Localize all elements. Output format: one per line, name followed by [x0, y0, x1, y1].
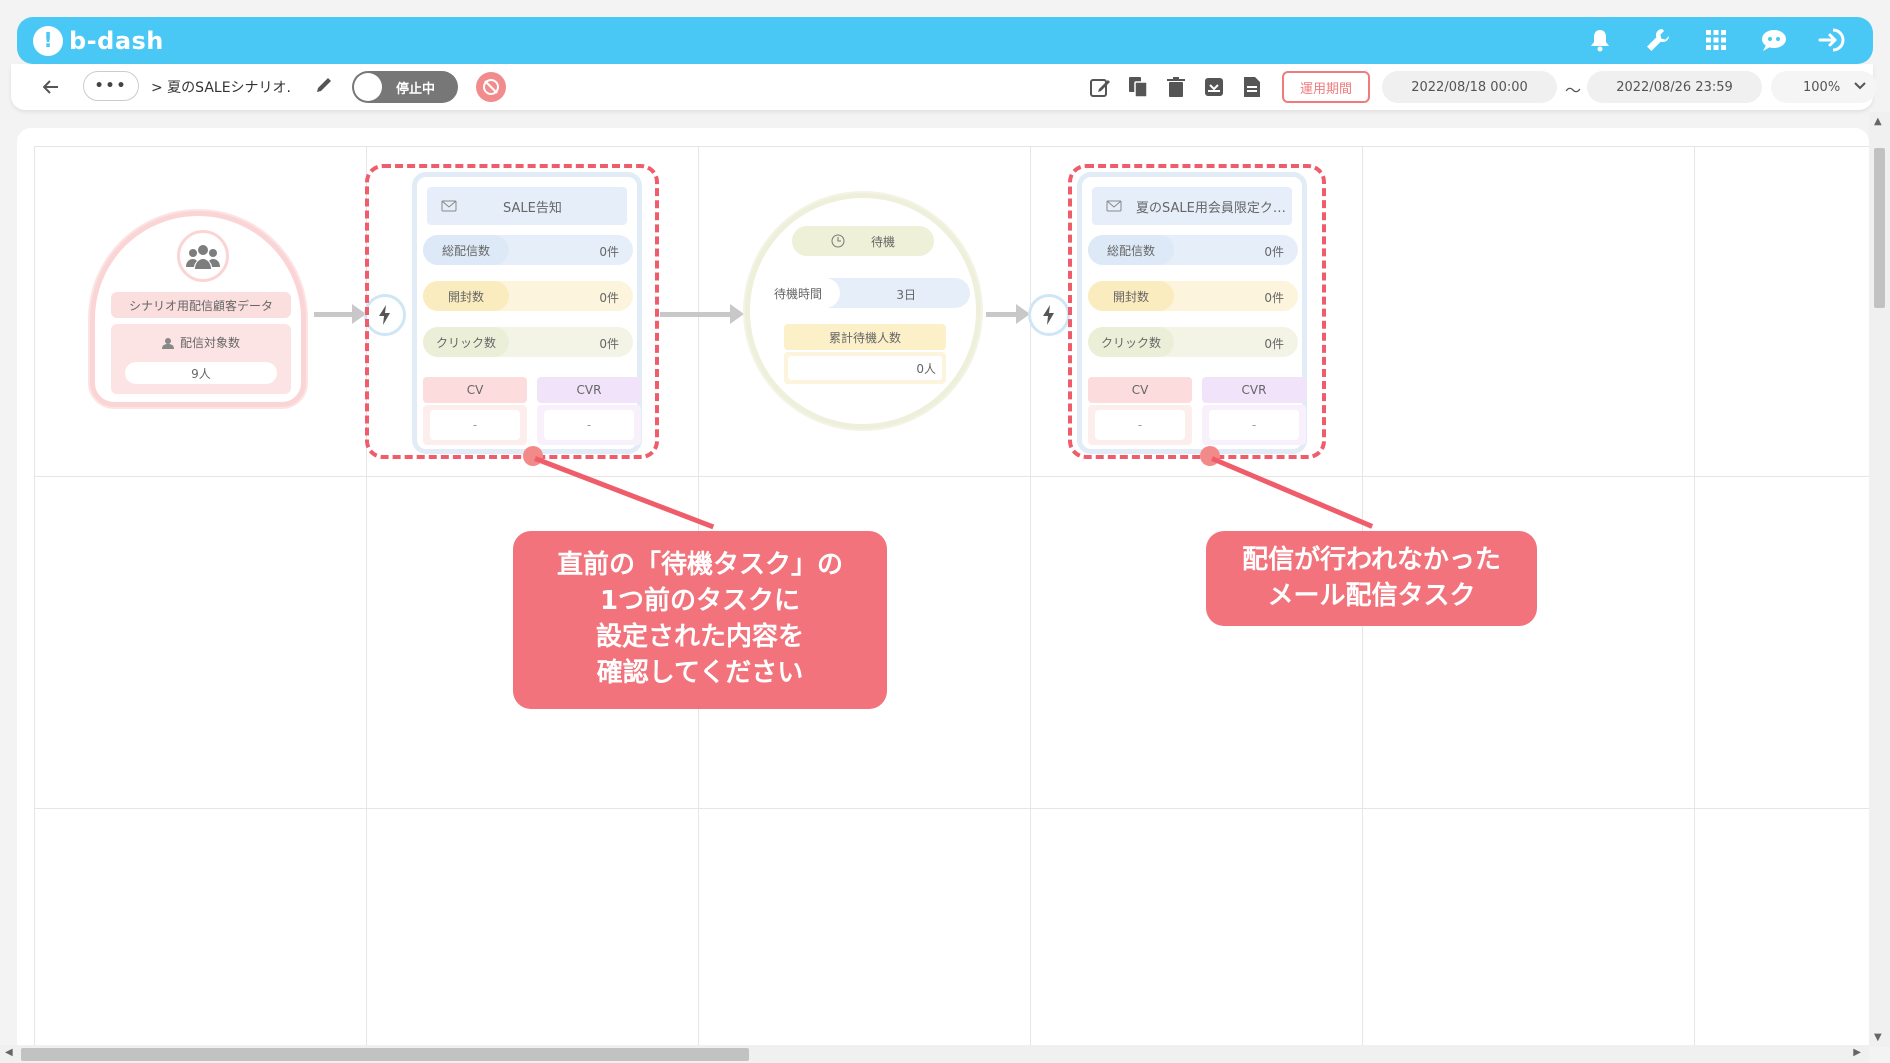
start-node-label: シナリオ用配信顧客データ	[111, 292, 291, 318]
grid-line	[1694, 146, 1695, 1048]
flow-arrow	[986, 304, 1030, 324]
start-date-field[interactable]: 2022/08/18 00:00	[1382, 71, 1557, 103]
chat-bot-icon[interactable]	[1759, 25, 1789, 55]
bell-icon[interactable]	[1585, 25, 1615, 55]
stat-open: 開封数 0件	[423, 281, 633, 311]
scroll-down-arrow-icon[interactable]: ▼	[1874, 1032, 1882, 1043]
target-count-value: 9人	[125, 362, 277, 384]
cv-label: CV	[1088, 377, 1192, 403]
stat-click: クリック数 0件	[423, 327, 633, 357]
grid-line	[34, 146, 1869, 147]
wait-title: 待機	[792, 226, 934, 256]
users-group-icon	[177, 230, 229, 282]
scroll-right-arrow-icon[interactable]: ▶	[1853, 1047, 1861, 1058]
cv-value: -	[423, 405, 527, 445]
vertical-scrollbar[interactable]: ▲ ▼	[1869, 112, 1890, 1047]
period-badge: 運用期間	[1282, 71, 1370, 103]
document-icon[interactable]	[1237, 72, 1267, 102]
scenario-status-toggle[interactable]: 停止中	[352, 71, 458, 103]
cumulative-wait-label: 累計待機人数	[784, 324, 946, 350]
breadcrumb: > 夏のSALEシナリオ.	[151, 80, 291, 96]
mail-task-title: 夏のSALE用会員限定ク…	[1092, 187, 1292, 225]
grid-line	[34, 476, 1869, 477]
wait-time-stat: 待機時間 3日	[756, 278, 970, 308]
logo-text: b-dash	[69, 27, 164, 55]
stat-total: 総配信数 0件	[423, 235, 633, 265]
app-header: b-dash	[17, 17, 1873, 64]
edit-name-pencil-icon[interactable]	[314, 75, 338, 99]
cv-label: CV	[423, 377, 527, 403]
zoom-value: 100%	[1803, 79, 1841, 95]
toggle-knob	[354, 73, 382, 101]
toolbar-actions	[1085, 72, 1267, 102]
person-icon	[161, 337, 174, 349]
cv-value: -	[1088, 405, 1192, 445]
chevron-down-icon	[1853, 78, 1867, 96]
logo[interactable]: b-dash	[33, 23, 164, 59]
scroll-up-arrow-icon[interactable]: ▲	[1874, 116, 1882, 127]
cvr-label: CVR	[537, 377, 641, 403]
trash-icon[interactable]	[1161, 72, 1191, 102]
breadcrumb-more-button[interactable]: •••	[83, 71, 139, 101]
mail-task-node-1[interactable]: SALE告知 総配信数 0件 開封数 0件 クリック数 0件 CV CVR - …	[412, 172, 642, 454]
mail-task-title: SALE告知	[427, 187, 627, 225]
wait-task-node[interactable]: 待機 待機時間 3日 累計待機人数 0人	[745, 193, 981, 429]
edit-note-icon[interactable]	[1085, 72, 1115, 102]
grid-line	[34, 146, 35, 1048]
stat-open: 開封数 0件	[1088, 281, 1298, 311]
vertical-scroll-thumb[interactable]	[1874, 148, 1885, 308]
clock-icon	[831, 234, 845, 248]
cvr-label: CVR	[1202, 377, 1306, 403]
mail-task-node-2[interactable]: 夏のSALE用会員限定ク… 総配信数 0件 開封数 0件 クリック数 0件 CV…	[1077, 172, 1307, 454]
header-icon-group	[1585, 25, 1847, 55]
date-separator: ～	[1565, 81, 1582, 100]
horizontal-scrollbar[interactable]: ◀ ▶	[0, 1045, 1869, 1063]
flow-arrow	[660, 304, 744, 324]
apps-grid-icon[interactable]	[1701, 25, 1731, 55]
stat-click: クリック数 0件	[1088, 327, 1298, 357]
callout-check-previous-task: 直前の「待機タスク」の 1つ前のタスクに 設定された内容を 確認してください	[513, 531, 887, 709]
scroll-left-arrow-icon[interactable]: ◀	[5, 1047, 13, 1058]
mail-icon	[441, 200, 457, 212]
horizontal-scroll-thumb[interactable]	[21, 1048, 749, 1061]
flow-arrow	[314, 304, 366, 324]
copy-icon[interactable]	[1123, 72, 1153, 102]
wrench-icon[interactable]	[1643, 25, 1673, 55]
cvr-value: -	[1202, 405, 1306, 445]
toggle-label: 停止中	[396, 81, 436, 97]
stat-total: 総配信数 0件	[1088, 235, 1298, 265]
trigger-bolt-icon[interactable]	[1028, 294, 1070, 336]
target-count-box: 配信対象数 9人	[111, 324, 291, 394]
logout-icon[interactable]	[1817, 25, 1847, 55]
cvr-value: -	[537, 405, 641, 445]
zoom-select[interactable]: 100%	[1771, 71, 1877, 103]
callout-undelivered-mail-task: 配信が行われなかった メール配信タスク	[1206, 531, 1537, 626]
logo-mark-icon	[33, 26, 63, 56]
back-arrow-icon[interactable]	[39, 75, 63, 99]
grid-line	[1030, 146, 1031, 1048]
mail-icon	[1106, 200, 1122, 212]
cumulative-wait-value: 0人	[784, 352, 946, 384]
end-date-field[interactable]: 2022/08/26 23:59	[1587, 71, 1762, 103]
stop-icon[interactable]	[476, 72, 506, 102]
archive-icon[interactable]	[1199, 72, 1229, 102]
target-count-title: 配信対象数	[111, 334, 291, 351]
scenario-toolbar: ••• > 夏のSALEシナリオ. 停止中 運用期間 2022/08/18 00…	[11, 64, 1877, 110]
grid-line	[34, 808, 1869, 809]
